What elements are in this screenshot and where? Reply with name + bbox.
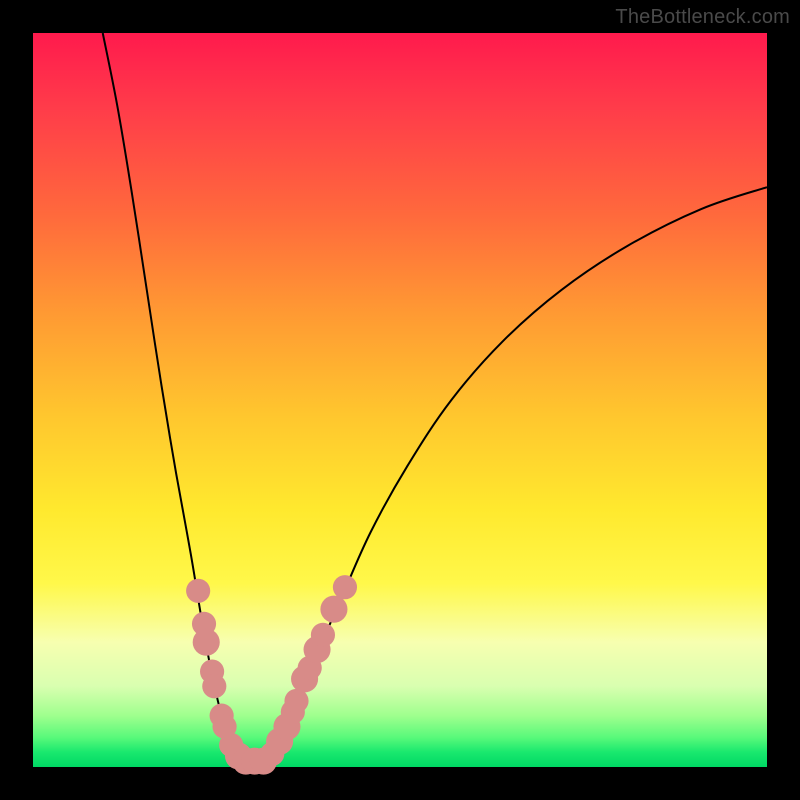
data-dot <box>202 674 226 698</box>
data-dot <box>284 689 308 713</box>
chart-svg <box>33 33 767 767</box>
curve-right <box>261 187 767 763</box>
data-dot <box>186 579 210 603</box>
data-dot <box>193 629 220 656</box>
data-dots <box>186 575 357 775</box>
data-dot <box>311 623 335 647</box>
curve-left <box>103 33 246 763</box>
data-dot <box>333 575 357 599</box>
plot-area <box>33 33 767 767</box>
watermark-text: TheBottleneck.com <box>615 6 790 29</box>
data-dot <box>320 596 347 623</box>
chart-frame: TheBottleneck.com <box>0 0 800 800</box>
